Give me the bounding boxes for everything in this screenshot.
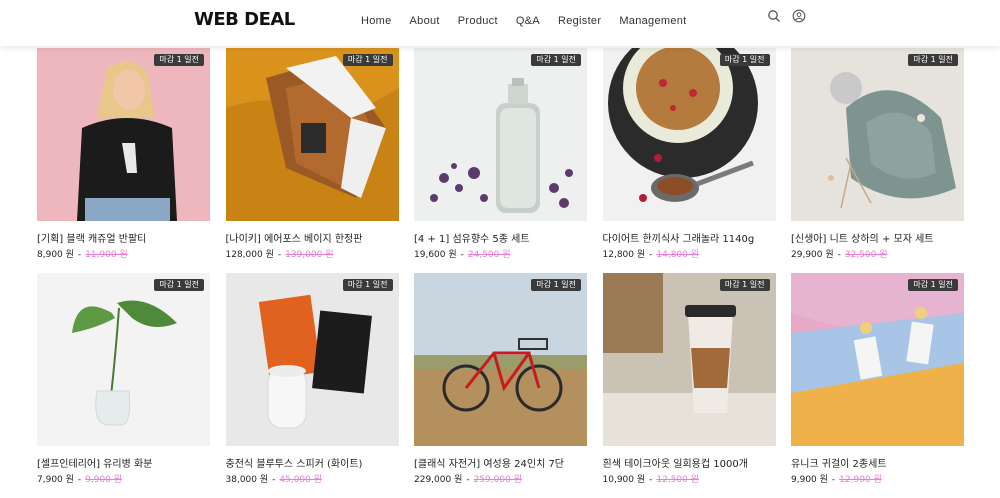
deadline-badge: 마감 1 일전	[531, 54, 581, 66]
sneaker-photo[interactable]: 마감 1 일전	[225, 48, 399, 221]
product-price: 19,600 원 -24,500 원	[414, 250, 511, 260]
product-price: 229,000 원 -259,000 원	[414, 475, 522, 485]
main-nav: Home About Product Q&A Register Manageme…	[361, 14, 705, 28]
nav-management[interactable]: Management	[619, 14, 686, 28]
original-price: 12,900 원	[839, 475, 882, 485]
product-price: 9,900 원 -12,900 원	[791, 475, 882, 485]
original-price: 11,900 원	[85, 250, 128, 260]
product-price: 8,900 원 -11,900 원	[37, 250, 128, 260]
deadline-badge: 마감 1 일전	[531, 279, 581, 291]
original-price: 139,000 원	[285, 250, 334, 260]
nav-qna[interactable]: Q&A	[516, 14, 540, 28]
product-title[interactable]: [나이키] 에어포스 베이지 한정판	[226, 233, 399, 246]
product-price: 12,800 원 -14,800 원	[602, 250, 700, 260]
product-title[interactable]: [신생아] 니트 상하의 + 모자 세트	[791, 233, 964, 246]
product-title[interactable]: [셀프인테리어] 유리병 화분	[37, 458, 210, 471]
product-card[interactable]: 마감 1 일전 다이어트 한끼식사 그래놀라 1140g 12,800 원 -14…	[602, 48, 776, 273]
deadline-badge: 마감 1 일전	[154, 279, 204, 291]
nav-home[interactable]: Home	[361, 14, 392, 28]
product-card[interactable]: 마감 1 일전 [기획] 블랙 캐쥬얼 반팔티 8,900 원 -11,900 원	[37, 48, 210, 273]
product-title[interactable]: 충전식 블루투스 스피커 (화이트)	[226, 458, 399, 471]
product-price: 7,900 원 -9,900 원	[37, 475, 123, 485]
product-grid: 마감 1 일전 [기획] 블랙 캐쥬얼 반팔티 8,900 원 -11,900 원…	[37, 48, 964, 498]
knit-baby-set-photo[interactable]: 마감 1 일전	[791, 48, 964, 221]
product-title[interactable]: [클래식 자전거] 여성용 24인치 7단	[414, 458, 587, 471]
deadline-badge: 마감 1 일전	[908, 54, 958, 66]
product-price: 10,900 원 -12,500 원	[602, 475, 700, 485]
nav-register[interactable]: Register	[558, 14, 601, 28]
product-price: 38,000 원 -45,000 원	[225, 475, 323, 485]
original-price: 9,900 원	[85, 475, 123, 485]
product-card[interactable]: 마감 1 일전 [4 + 1] 섬유향수 5종 세트 19,600 원 -24,5…	[414, 48, 587, 273]
original-price: 12,500 원	[656, 475, 700, 485]
search-icon[interactable]	[767, 9, 781, 23]
user-icon[interactable]	[792, 9, 806, 23]
original-price: 45,000 원	[279, 475, 323, 485]
product-title[interactable]: 다이어트 한끼식사 그래놀라 1140g	[603, 233, 776, 246]
nav-about[interactable]: About	[410, 14, 440, 28]
glass-vase-plant-photo[interactable]: 마감 1 일전	[37, 273, 210, 446]
product-card[interactable]: 마감 1 일전 흰색 테이크아웃 일회용컵 1000개 10,900 원 -12,…	[602, 273, 776, 498]
site-header: WEB DEAL Home About Product Q&A Register…	[0, 0, 1000, 46]
product-title[interactable]: 유니크 귀걸이 2종세트	[791, 458, 964, 471]
product-card[interactable]: 마감 1 일전 [클래식 자전거] 여성용 24인치 7단 229,000 원-…	[414, 273, 587, 498]
red-bicycle-photo[interactable]: 마감 1 일전	[414, 273, 587, 446]
product-card[interactable]: 마감 1 일전 [셀프인테리어] 유리병 화분 7,900 원 -9,900 원	[37, 273, 210, 498]
deadline-badge: 마감 1 일전	[342, 279, 393, 291]
product-price: 29,900 원 -32,500 원	[791, 250, 888, 260]
original-price: 14,800 원	[656, 250, 700, 260]
product-card[interactable]: 마감 1 일전 유니크 귀걸이 2종세트 9,900 원 -12,900 원	[791, 273, 964, 498]
deadline-badge: 마감 1 일전	[719, 279, 770, 291]
product-price: 128,000 원 -139,000 원	[225, 250, 334, 260]
product-card[interactable]: 마감 1 일전 [나이키] 에어포스 베이지 한정판 128,000 원 -139…	[225, 48, 399, 273]
product-title[interactable]: [4 + 1] 섬유향수 5종 세트	[414, 233, 587, 246]
original-price: 24,500 원	[467, 250, 511, 260]
granola-bowl-photo[interactable]: 마감 1 일전	[602, 48, 776, 221]
product-title[interactable]: 흰색 테이크아웃 일회용컵 1000개	[603, 458, 776, 471]
deadline-badge: 마감 1 일전	[719, 54, 770, 66]
original-price: 32,500 원	[844, 250, 888, 260]
earrings-photo[interactable]: 마감 1 일전	[791, 273, 964, 446]
deadline-badge: 마감 1 일전	[154, 54, 204, 66]
perfume-bottle-photo[interactable]: 마감 1 일전	[414, 48, 587, 221]
deadline-badge: 마감 1 일전	[908, 279, 958, 291]
site-logo[interactable]: WEB DEAL	[194, 9, 295, 31]
speaker-books-photo[interactable]: 마감 1 일전	[225, 273, 399, 446]
original-price: 259,000 원	[473, 475, 522, 485]
deadline-badge: 마감 1 일전	[342, 54, 393, 66]
product-card[interactable]: 마감 1 일전 [신생아] 니트 상하의 + 모자 세트 29,900 원 -32…	[791, 48, 964, 273]
nav-product[interactable]: Product	[458, 14, 498, 28]
woman-tshirt-photo[interactable]: 마감 1 일전	[37, 48, 210, 221]
product-card[interactable]: 마감 1 일전 충전식 블루투스 스피커 (화이트) 38,000 원 -45,0…	[225, 273, 399, 498]
product-title[interactable]: [기획] 블랙 캐쥬얼 반팔티	[37, 233, 210, 246]
coffee-cup-photo[interactable]: 마감 1 일전	[602, 273, 776, 446]
